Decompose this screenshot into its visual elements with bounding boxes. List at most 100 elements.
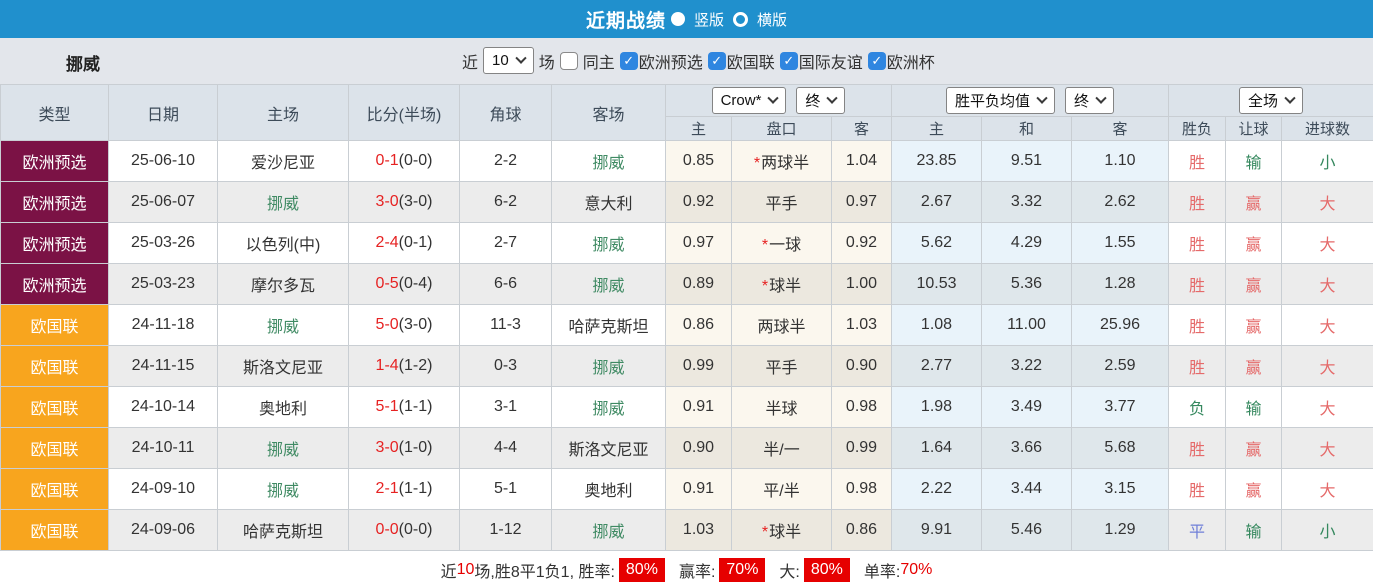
sub-header-crow-home: 主 [666,117,732,141]
mean-home-odds: 1.08 [892,305,982,346]
away-team-cell: 意大利 [552,182,666,223]
corner-cell: 6-2 [460,182,552,223]
competition-checkbox-0[interactable]: ✓ [620,52,638,70]
type-cell: 欧洲预选 [1,223,109,264]
col-header-corner: 角球 [460,85,552,141]
spread-result-cell: 赢 [1226,264,1282,305]
mean-draw-odds: 3.49 [982,387,1072,428]
home-team-cell: 挪威 [218,305,349,346]
mean-home-odds: 23.85 [892,141,982,182]
crow-away-odds: 1.04 [832,141,892,182]
competition-label: 欧洲杯 [887,49,935,73]
crow-home-odds: 0.91 [666,387,732,428]
handicap-cell: 平手 [732,346,832,387]
team-name: 挪威 [66,50,100,75]
mean-draw-odds: 4.29 [982,223,1072,264]
mean-period-select[interactable]: 终 [1065,87,1114,114]
away-team-cell: 哈萨克斯坦 [552,305,666,346]
col-header-score: 比分(半场) [349,85,460,141]
vertical-layout-label[interactable]: 竖版 [694,9,724,30]
crow-home-odds: 0.90 [666,428,732,469]
type-cell: 欧洲预选 [1,182,109,223]
mean-type-select[interactable]: 胜平负均值 [946,87,1055,114]
mean-draw-odds: 3.44 [982,469,1072,510]
score-cell: 3-0(3-0) [349,182,460,223]
mean-draw-odds: 5.46 [982,510,1072,551]
horizontal-layout-label[interactable]: 横版 [757,9,787,30]
check-icon: ✓ [871,54,882,67]
score-cell: 0-0(0-0) [349,510,460,551]
scope-select[interactable]: 全场 [1239,87,1303,114]
match-count-select[interactable]: 10 [483,47,534,74]
chevron-down-icon [1036,92,1047,103]
same-home-label: 同主 [583,49,615,73]
sub-header-goals: 进球数 [1282,117,1373,141]
competition-checkbox-2[interactable]: ✓ [780,52,798,70]
competition-checkbox-1[interactable]: ✓ [708,52,726,70]
mean-home-odds: 1.98 [892,387,982,428]
date-cell: 24-11-15 [109,346,218,387]
home-team-cell: 斯洛文尼亚 [218,346,349,387]
games-label: 场 [539,49,555,73]
vertical-layout-radio[interactable] [671,12,685,26]
date-cell: 25-03-23 [109,264,218,305]
type-cell: 欧洲预选 [1,141,109,182]
near-label: 近 [462,49,478,73]
bookmaker-select[interactable]: Crow* [712,87,787,114]
mean-draw-odds: 5.36 [982,264,1072,305]
type-cell: 欧国联 [1,387,109,428]
handicap-cell: 两球半 [732,305,832,346]
type-cell: 欧国联 [1,510,109,551]
result-cell: 胜 [1169,141,1226,182]
mean-home-odds: 9.91 [892,510,982,551]
crow-away-odds: 0.92 [832,223,892,264]
home-team-cell: 挪威 [218,182,349,223]
mean-group-header: 胜平负均值 终 [892,85,1169,117]
check-icon: ✓ [783,54,794,67]
chevron-down-icon [768,92,779,103]
mean-away-odds: 3.77 [1072,387,1169,428]
goals-result-cell: 大 [1282,469,1373,510]
scope-group-header: 全场 [1169,85,1373,117]
same-home-checkbox[interactable] [560,52,578,70]
sub-header-result: 胜负 [1169,117,1226,141]
corner-cell: 5-1 [460,469,552,510]
handicap-cell: *球半 [732,264,832,305]
spread-result-cell: 输 [1226,387,1282,428]
type-cell: 欧国联 [1,469,109,510]
horizontal-layout-radio[interactable] [733,12,748,27]
handicap-cell: 平/半 [732,469,832,510]
result-cell: 胜 [1169,223,1226,264]
competition-label: 欧国联 [727,49,775,73]
home-team-cell: 奥地利 [218,387,349,428]
competition-filter: ✓ 国际友谊 [780,49,863,73]
home-team-cell: 爱沙尼亚 [218,141,349,182]
date-cell: 24-10-14 [109,387,218,428]
col-header-type: 类型 [1,85,109,141]
mean-draw-odds: 3.32 [982,182,1072,223]
single-rate-label: 单率: [864,558,900,582]
mean-home-odds: 5.62 [892,223,982,264]
crow-home-odds: 1.03 [666,510,732,551]
table-row: 欧国联24-11-18挪威5-0(3-0)11-3哈萨克斯坦0.86两球半1.0… [1,305,1373,346]
crow-home-odds: 0.91 [666,469,732,510]
crow-home-odds: 0.99 [666,346,732,387]
mean-away-odds: 1.55 [1072,223,1169,264]
mean-draw-odds: 3.66 [982,428,1072,469]
competition-checkbox-3[interactable]: ✓ [868,52,886,70]
away-team-cell: 挪威 [552,264,666,305]
date-cell: 24-11-18 [109,305,218,346]
mean-away-odds: 1.10 [1072,141,1169,182]
result-cell: 负 [1169,387,1226,428]
result-cell: 胜 [1169,469,1226,510]
table-row: 欧国联24-10-14奥地利5-1(1-1)3-1挪威0.91半球0.981.9… [1,387,1373,428]
summary-near-label: 近 [441,558,457,582]
crow-period-select[interactable]: 终 [796,87,845,114]
spread-rate-label: 赢率: [679,558,715,582]
away-team-cell: 斯洛文尼亚 [552,428,666,469]
type-cell: 欧国联 [1,346,109,387]
home-team-cell: 以色列(中) [218,223,349,264]
mean-draw-odds: 11.00 [982,305,1072,346]
date-cell: 24-09-06 [109,510,218,551]
score-cell: 2-1(1-1) [349,469,460,510]
